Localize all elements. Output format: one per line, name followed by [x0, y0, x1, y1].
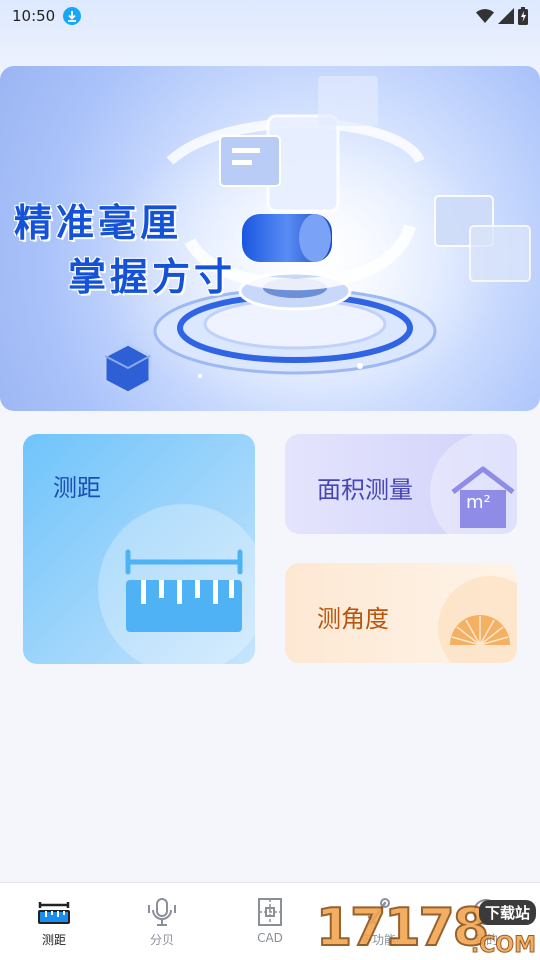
banner-title-line2: 掌握方寸: [68, 255, 237, 299]
ruler-icon: [37, 897, 71, 927]
watermark-domain: .COM: [470, 933, 536, 959]
house-area-icon: [430, 434, 517, 534]
nav-label-cad: CAD: [257, 931, 283, 945]
area-measure-card[interactable]: 面积测量 m²: [285, 434, 517, 534]
status-time: 10:50: [12, 7, 56, 25]
angle-measure-card[interactable]: 测角度: [285, 563, 517, 663]
area-unit-label: m²: [466, 492, 491, 513]
wifi-icon: [476, 9, 494, 23]
status-icons: [476, 7, 528, 25]
download-icon: [63, 7, 82, 25]
nav-label-distance: 测距: [41, 933, 66, 947]
nav-item-cad[interactable]: CAD: [216, 883, 324, 960]
battery-icon: [518, 7, 528, 25]
status-bar: 10:50: [0, 0, 540, 32]
watermark-site-badge: 下载站: [478, 900, 536, 925]
nav-label-decibel: 分贝: [149, 933, 174, 947]
nav-item-distance[interactable]: 测距: [0, 883, 108, 960]
site-watermark: 17178 下载站 .COM: [315, 896, 540, 960]
distance-measure-card[interactable]: 测距: [23, 434, 255, 664]
banner-title-line1: 精准毫厘: [14, 201, 183, 245]
watermark-number: 17178: [315, 897, 490, 959]
signal-icon: [498, 8, 514, 24]
cad-icon: [253, 897, 287, 927]
protractor-icon: [438, 576, 517, 663]
microphone-icon: [145, 897, 179, 927]
nav-item-decibel[interactable]: 分贝: [108, 883, 216, 960]
hero-banner[interactable]: 精准毫厘 掌握方寸: [0, 66, 540, 411]
ruler-icon: [98, 504, 255, 664]
